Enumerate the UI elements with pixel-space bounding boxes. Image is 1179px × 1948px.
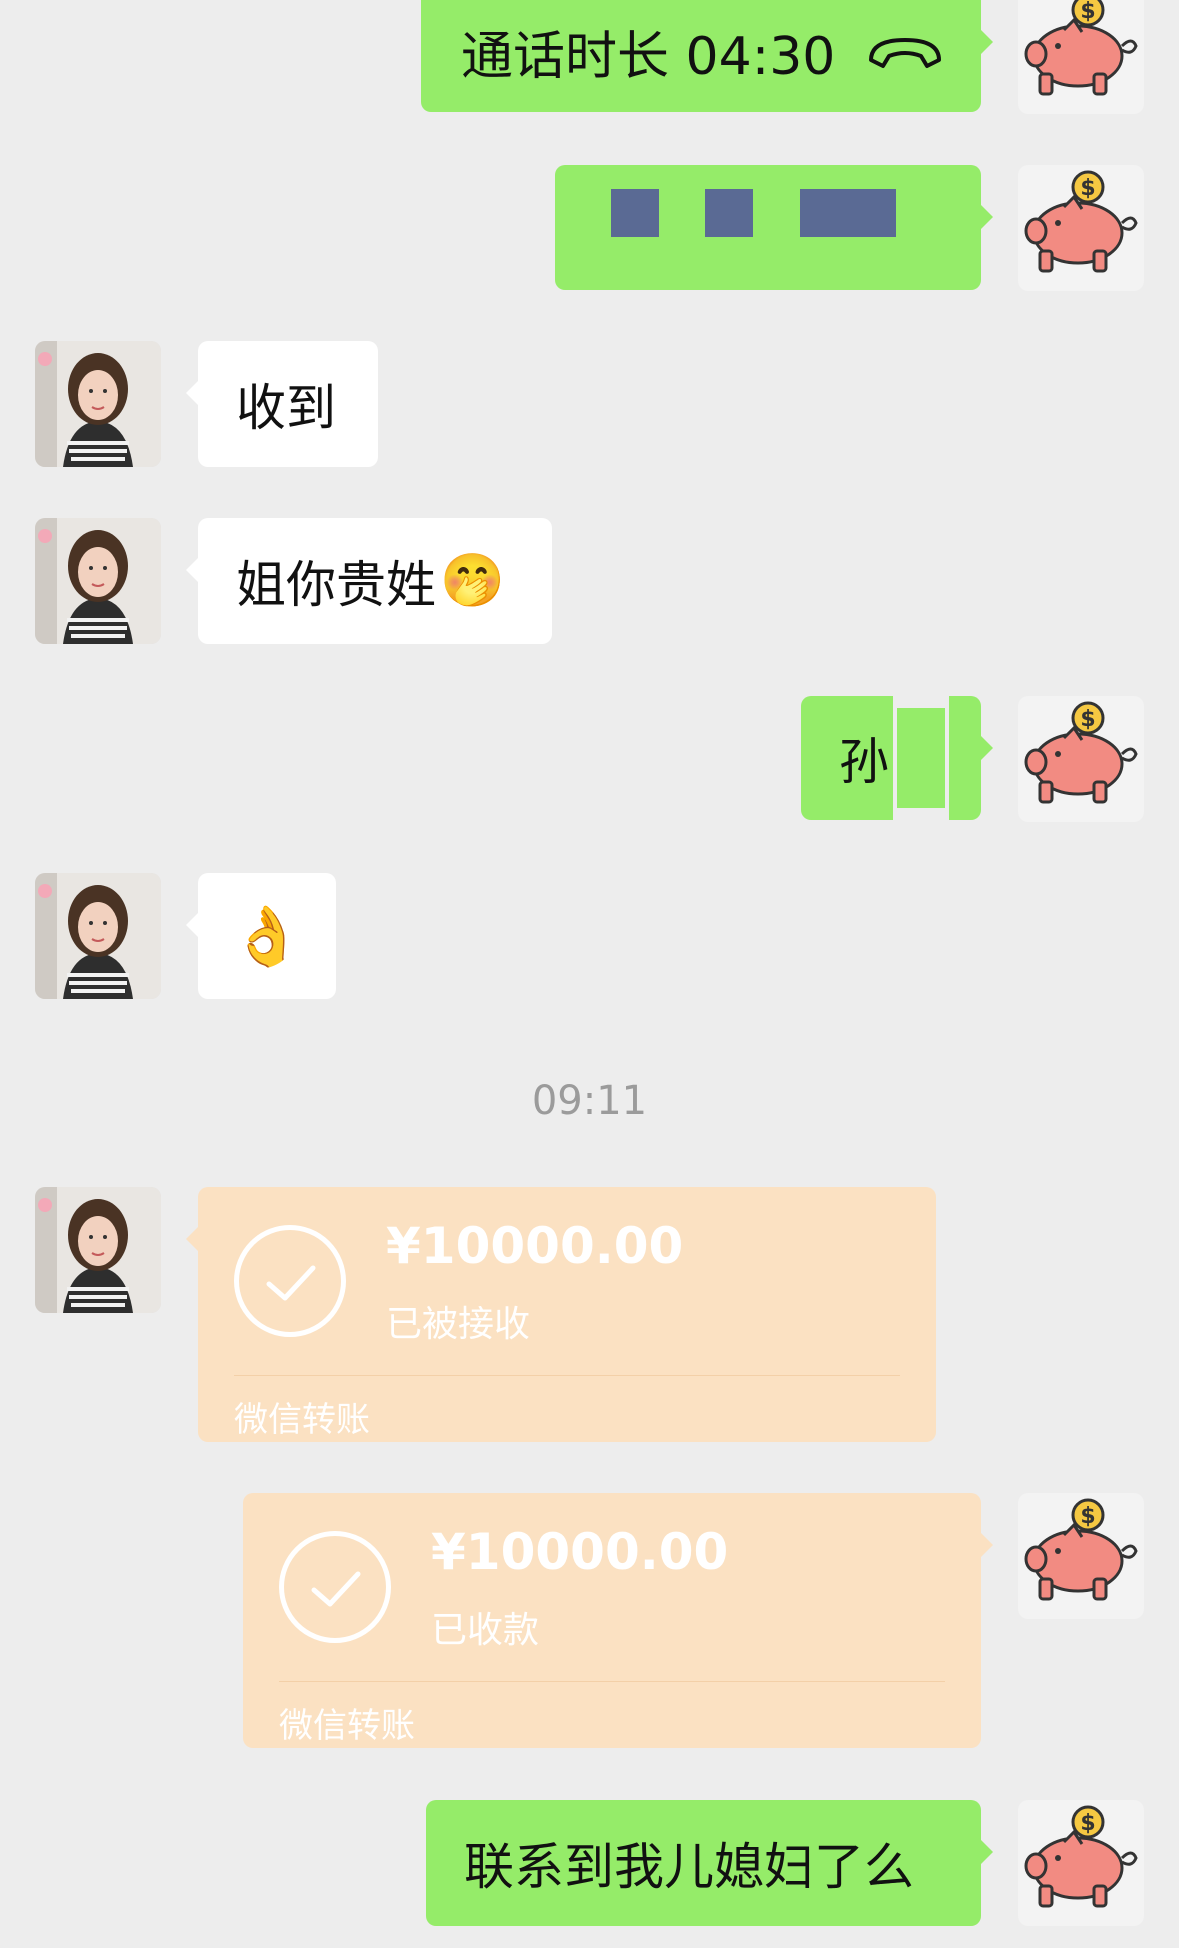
bubble-tail: [186, 379, 200, 407]
phone-hangup-icon: [865, 26, 945, 84]
message-timestamp: 09:11: [531, 1078, 648, 1124]
divider: [279, 1681, 945, 1682]
face-with-hand-over-mouth-emoji: 🤭: [440, 551, 505, 611]
bubble-tail: [979, 734, 993, 762]
piggy-bank-icon: [1024, 1498, 1138, 1601]
message-text: 孙: [839, 733, 889, 791]
piggy-bank-icon: [1024, 701, 1138, 804]
avatar-contact[interactable]: [35, 873, 161, 999]
piggy-bank-icon: [1024, 1805, 1138, 1908]
contact-photo: [35, 341, 161, 467]
check-circle-icon: [279, 1531, 391, 1643]
avatar-contact[interactable]: [35, 518, 161, 644]
bubble-tail: [979, 203, 993, 231]
avatar-contact[interactable]: [35, 1187, 161, 1313]
call-duration-text: 通话时长 04:30: [461, 26, 836, 87]
message-text: 联系到我儿媳妇了么: [464, 1838, 914, 1896]
transfer-amount: ¥10000.00: [431, 1523, 729, 1581]
transfer-brand-label: 微信转账: [279, 1706, 415, 1746]
avatar-contact[interactable]: [35, 341, 161, 467]
avatar-self[interactable]: [1018, 165, 1144, 291]
sent-message-bubble[interactable]: 孙: [801, 696, 993, 820]
contact-photo: [35, 873, 161, 999]
avatar-self[interactable]: [1018, 1493, 1144, 1619]
piggy-bank-icon: [1024, 0, 1138, 96]
redaction-block: [800, 189, 896, 237]
transfer-brand-label: 微信转账: [234, 1400, 370, 1440]
piggy-bank-icon: [1024, 170, 1138, 273]
check-circle-icon: [234, 1225, 346, 1337]
avatar-self[interactable]: [1018, 696, 1144, 822]
received-message-bubble[interactable]: 👌: [186, 873, 336, 999]
redacted-message-bubble[interactable]: [555, 165, 993, 290]
bubble-tail: [979, 28, 993, 56]
call-duration-bubble[interactable]: 通话时长 04:30: [421, 0, 993, 112]
transfer-status: 已被接收: [386, 1304, 531, 1345]
bubble-tail: [186, 911, 200, 939]
redaction-block: [705, 189, 753, 237]
contact-photo: [35, 1187, 161, 1313]
bubble-tail: [979, 1838, 993, 1866]
bubble-tail: [979, 1531, 993, 1559]
transfer-status: 已收款: [431, 1610, 540, 1651]
message-text: 收到: [236, 379, 336, 437]
ok-hand-emoji: 👌: [230, 902, 304, 970]
transfer-card-received[interactable]: ¥10000.00 已被接收 微信转账: [186, 1187, 936, 1442]
received-message-bubble[interactable]: 姐你贵姓 🤭: [186, 518, 552, 644]
divider: [234, 1375, 900, 1376]
avatar-self[interactable]: [1018, 1800, 1144, 1926]
transfer-amount: ¥10000.00: [386, 1217, 684, 1275]
bubble-tail: [186, 1225, 200, 1253]
received-message-bubble[interactable]: 收到: [186, 341, 378, 467]
contact-photo: [35, 518, 161, 644]
redaction-block: [611, 189, 659, 237]
avatar-self[interactable]: [1018, 0, 1144, 114]
sent-message-bubble[interactable]: 联系到我儿媳妇了么: [426, 1800, 993, 1926]
message-text: 姐你贵姓: [236, 556, 436, 614]
redaction-cutout: [897, 708, 945, 808]
transfer-card-sent[interactable]: ¥10000.00 已收款 微信转账: [243, 1493, 993, 1748]
bubble-tail: [186, 556, 200, 584]
